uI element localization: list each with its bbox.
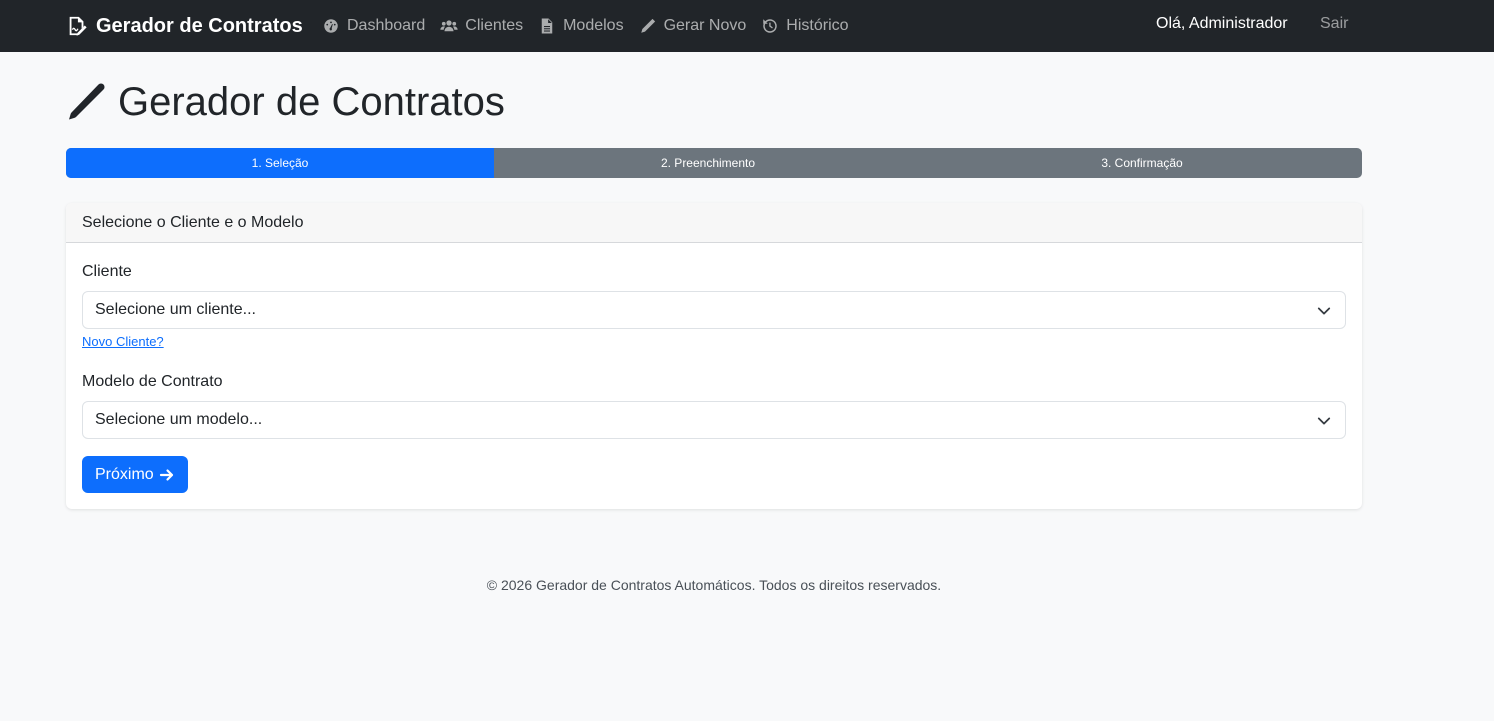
step-confirmacao: 3. Confirmação (1101, 156, 1183, 170)
nav-historico[interactable]: Histórico (761, 17, 849, 35)
history-icon (763, 19, 778, 33)
model-label: Modelo de Contrato (82, 373, 223, 390)
chevron-down-icon (1317, 307, 1331, 315)
chevron-down-icon (1317, 417, 1331, 425)
new-client-link[interactable]: Novo Cliente? (82, 334, 164, 349)
step-preenchimento: 2. Preenchimento (660, 156, 756, 170)
pen-icon (69, 83, 105, 120)
client-select[interactable]: Selecione um cliente... (82, 291, 1346, 329)
nav-dashboard[interactable]: Dashboard (322, 17, 425, 35)
nav-gerar-novo-label: Gerar Novo (663, 17, 747, 34)
navbar: Gerador de Contratos Dashboard Clientes (0, 0, 1494, 52)
nav-historico-label: Histórico (786, 17, 849, 34)
user-greeting: Olá, Administrador (1156, 15, 1288, 32)
footer-text: © 2026 Gerador de Contratos Automáticos.… (486, 577, 942, 593)
nav-links: Dashboard Clientes Modelos Gerar Novo Hi… (322, 13, 849, 39)
page-title-text: Gerador de Contratos (118, 79, 505, 124)
model-select[interactable]: Selecione um modelo... (82, 401, 1346, 439)
step-selecao: 1. Seleção (66, 148, 494, 178)
progress-steps: 1. Seleção 2. Preenchimento 3. Confirmaç… (66, 148, 1362, 178)
nav-modelos[interactable]: Modelos (538, 17, 624, 35)
client-label: Cliente (82, 263, 132, 280)
pen-icon (640, 18, 655, 33)
client-select-value: Selecione um cliente... (95, 301, 256, 318)
file-signature-icon (69, 16, 87, 36)
page-title: Gerador de Contratos (66, 78, 505, 126)
logout-link[interactable]: Sair (1320, 15, 1348, 33)
next-button[interactable]: Próximo (82, 456, 188, 493)
brand-label: Gerador de Contratos (96, 14, 303, 37)
model-select-value: Selecione um modelo... (95, 411, 263, 428)
selection-card: Selecione o Cliente e o Modelo Cliente S… (66, 203, 1362, 509)
nav-gerar-novo[interactable]: Gerar Novo (639, 17, 747, 35)
users-icon (440, 20, 458, 32)
next-button-label: Próximo (95, 465, 154, 483)
file-icon (541, 18, 553, 34)
nav-dashboard-label: Dashboard (347, 17, 426, 34)
card-header: Selecione o Cliente e o Modelo (66, 203, 1362, 243)
nav-modelos-label: Modelos (563, 17, 624, 34)
brand-link[interactable]: Gerador de Contratos (66, 13, 303, 39)
arrow-right-icon (159, 468, 173, 481)
nav-clientes[interactable]: Clientes (440, 17, 523, 35)
nav-clientes-label: Clientes (465, 17, 524, 34)
dashboard-icon (324, 19, 338, 33)
